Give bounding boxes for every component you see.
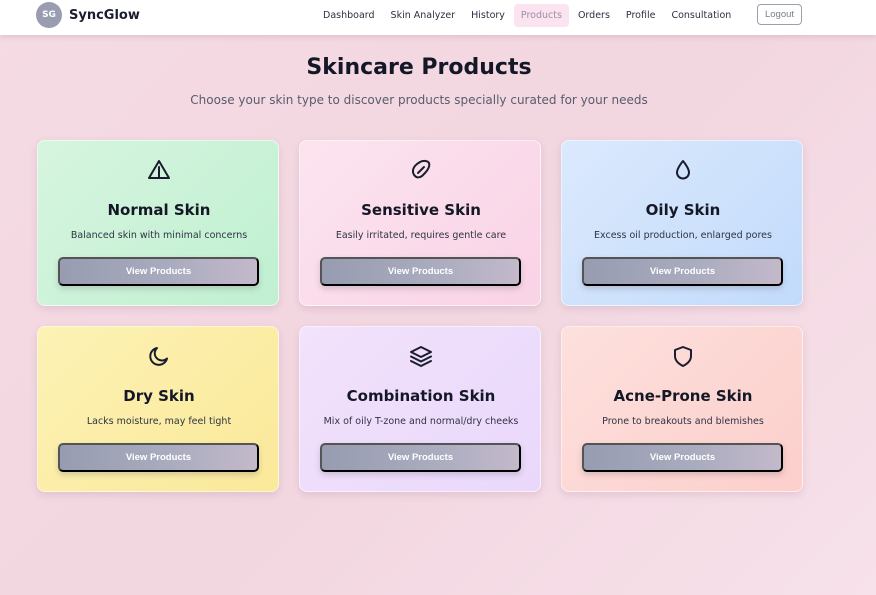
card-description: Easily irritated, requires gentle care	[335, 230, 507, 241]
warning-triangle-icon	[147, 158, 171, 182]
nav-link-dashboard[interactable]: Dashboard	[316, 4, 382, 27]
shield-icon	[671, 344, 695, 368]
nav-link-consultation[interactable]: Consultation	[664, 4, 738, 27]
view-products-button-dry[interactable]: View Products	[58, 443, 259, 472]
skin-type-card-oily: Oily Skin Excess oil production, enlarge…	[561, 140, 803, 306]
top-navbar: SG SyncGlow Dashboard Skin Analyzer Hist…	[0, 0, 876, 35]
card-title: Acne-Prone Skin	[613, 387, 753, 405]
card-title: Combination Skin	[346, 387, 496, 405]
card-title: Normal Skin	[107, 201, 211, 219]
view-products-button-sensitive[interactable]: View Products	[320, 257, 521, 286]
avatar[interactable]: SG	[36, 2, 62, 28]
droplet-icon	[671, 158, 695, 182]
skin-type-card-combination: Combination Skin Mix of oily T-zone and …	[299, 326, 541, 492]
nav-link-products[interactable]: Products	[513, 4, 569, 27]
card-title: Dry Skin	[123, 387, 195, 405]
nav-link-orders[interactable]: Orders	[571, 4, 617, 27]
brand[interactable]: SG SyncGlow	[36, 2, 140, 28]
moon-icon	[147, 344, 171, 368]
view-products-button-oily[interactable]: View Products	[582, 257, 783, 286]
page-subtitle: Choose your skin type to discover produc…	[190, 93, 648, 107]
pill-icon	[409, 158, 433, 182]
view-products-button-normal[interactable]: View Products	[58, 257, 259, 286]
card-description: Lacks moisture, may feel tight	[86, 416, 232, 427]
layers-icon	[409, 344, 433, 368]
skin-type-card-sensitive: Sensitive Skin Easily irritated, require…	[299, 140, 541, 306]
view-products-button-combination[interactable]: View Products	[320, 443, 521, 472]
nav-link-history[interactable]: History	[464, 4, 512, 27]
card-description: Mix of oily T-zone and normal/dry cheeks	[323, 416, 519, 427]
card-description: Excess oil production, enlarged pores	[594, 230, 772, 241]
nav-link-skin-analyzer[interactable]: Skin Analyzer	[384, 4, 463, 27]
card-description: Prone to breakouts and blemishes	[602, 416, 764, 427]
main-nav: Dashboard Skin Analyzer History Products…	[316, 4, 740, 27]
card-title: Sensitive Skin	[361, 201, 481, 219]
brand-name[interactable]: SyncGlow	[69, 8, 140, 23]
card-description: Balanced skin with minimal concerns	[70, 230, 248, 241]
skin-type-card-normal: Normal Skin Balanced skin with minimal c…	[37, 140, 279, 306]
logout-button[interactable]: Logout	[757, 4, 802, 25]
card-title: Oily Skin	[645, 201, 721, 219]
skin-type-card-acne-prone: Acne-Prone Skin Prone to breakouts and b…	[561, 326, 803, 492]
skin-type-card-dry: Dry Skin Lacks moisture, may feel tight …	[37, 326, 279, 492]
page-title: Skincare Products	[306, 55, 532, 80]
nav-link-profile[interactable]: Profile	[619, 4, 663, 27]
view-products-button-acne-prone[interactable]: View Products	[582, 443, 783, 472]
